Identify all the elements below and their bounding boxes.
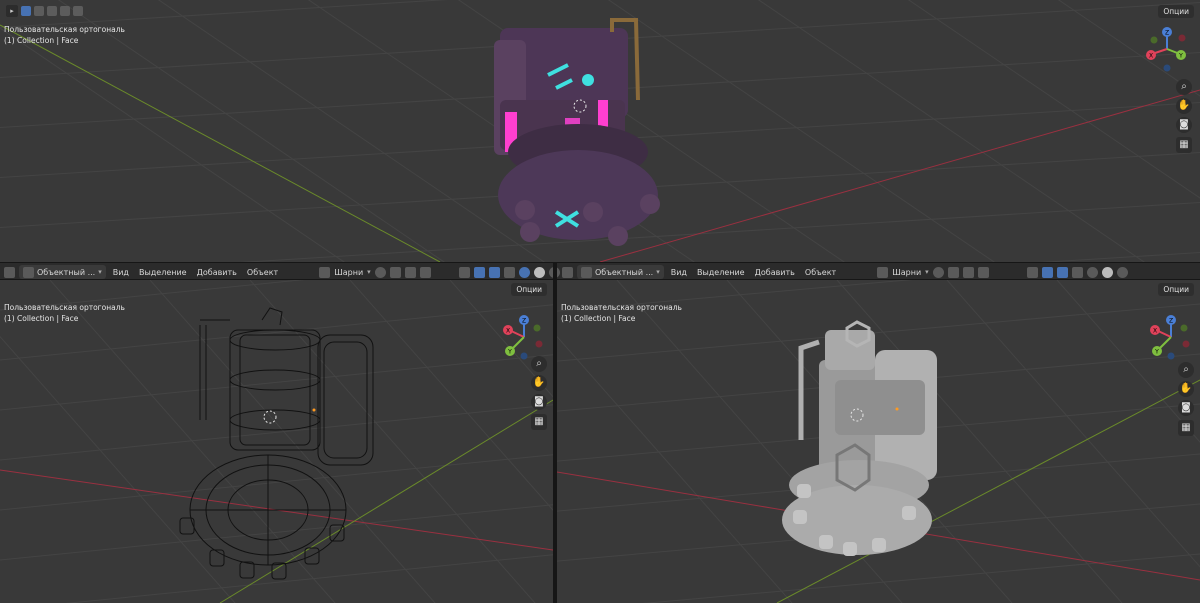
options-dropdown[interactable]: Опции bbox=[1158, 283, 1194, 296]
shading-solid-icon[interactable] bbox=[1101, 266, 1113, 278]
transform-orientation-icon[interactable] bbox=[877, 266, 889, 278]
falloff-icon[interactable] bbox=[419, 266, 431, 278]
transform-orientation-icon[interactable] bbox=[319, 266, 331, 278]
chevron-down-icon: ▾ bbox=[656, 268, 660, 276]
chevron-down-icon: ▾ bbox=[98, 268, 102, 276]
menu-select[interactable]: Выделение bbox=[694, 268, 748, 277]
editor-type-icon[interactable] bbox=[562, 266, 573, 278]
viewport-grid bbox=[0, 280, 553, 603]
hand-pan-icon[interactable]: ✋ bbox=[531, 375, 547, 391]
select-extend-icon[interactable] bbox=[34, 6, 44, 16]
zoom-icon[interactable]: ⌕ bbox=[1176, 79, 1192, 95]
proportional-edit-icon[interactable] bbox=[389, 266, 401, 278]
camera-icon[interactable]: ◙ bbox=[1178, 400, 1194, 416]
overlay-toggle-icon[interactable] bbox=[1056, 266, 1068, 278]
bottom-left-viewport[interactable]: Пользовательская ортогональ (1) Collecti… bbox=[0, 280, 553, 603]
shading-wireframe-icon[interactable] bbox=[1086, 266, 1098, 278]
object-mode-icon bbox=[581, 266, 592, 278]
select-subtract-icon[interactable] bbox=[47, 6, 57, 16]
br-header: Объектный ... ▾ Вид Выделение Добавить О… bbox=[562, 263, 1128, 281]
bottom-viewports-header: Объектный ... ▾ Вид Выделение Добавить О… bbox=[0, 262, 1200, 280]
top-viewport[interactable]: ▸ Пользовательская ортогональ (1) Collec… bbox=[0, 0, 1200, 262]
view-label: Пользовательская ортогональ bbox=[4, 303, 125, 312]
zoom-icon[interactable]: ⌕ bbox=[1178, 362, 1194, 378]
grid-ortho-icon[interactable]: ▦ bbox=[1176, 137, 1192, 153]
svg-text:Y: Y bbox=[1154, 349, 1159, 356]
navigation-gizmo[interactable]: Z X Y bbox=[1148, 314, 1194, 360]
grid-ortho-icon[interactable]: ▦ bbox=[531, 414, 547, 430]
menu-object[interactable]: Объект bbox=[802, 268, 839, 277]
svg-text:X: X bbox=[1153, 328, 1157, 335]
shading-material-icon[interactable] bbox=[1116, 266, 1128, 278]
viewport-info: Пользовательская ортогональ (1) Collecti… bbox=[4, 24, 125, 46]
chevron-down-icon: ▾ bbox=[925, 268, 929, 276]
viewport-info: Пользовательская ортогональ (1) Collecti… bbox=[561, 302, 682, 324]
select-box-icon[interactable] bbox=[21, 6, 31, 16]
object-mode-dropdown[interactable]: Объектный ... ▾ bbox=[19, 265, 106, 279]
view-label: Пользовательская ортогональ bbox=[4, 25, 125, 34]
visibility-icon[interactable] bbox=[1026, 266, 1038, 278]
pivot-dropdown[interactable]: Шарни bbox=[334, 268, 363, 277]
viewport-grid bbox=[0, 0, 1200, 262]
snap-icon[interactable] bbox=[374, 266, 386, 278]
svg-text:Y: Y bbox=[1178, 53, 1183, 60]
select-invert-icon[interactable] bbox=[60, 6, 70, 16]
wireframe-robot-model[interactable] bbox=[179, 307, 374, 580]
bottom-right-viewport[interactable]: Пользовательская ортогональ (1) Collecti… bbox=[557, 280, 1200, 603]
menu-view[interactable]: Вид bbox=[110, 268, 132, 277]
3d-cursor-icon bbox=[263, 410, 277, 424]
svg-text:Z: Z bbox=[522, 318, 526, 325]
object-mode-icon bbox=[23, 266, 34, 278]
object-mode-dropdown[interactable]: Объектный ... ▾ bbox=[577, 265, 664, 279]
menu-select[interactable]: Выделение bbox=[136, 268, 190, 277]
pivot-dropdown[interactable]: Шарни bbox=[892, 268, 921, 277]
shading-solid-icon[interactable] bbox=[533, 266, 545, 278]
snap-icon[interactable] bbox=[932, 266, 944, 278]
overlay-toggle-icon[interactable] bbox=[488, 266, 500, 278]
menu-object[interactable]: Объект bbox=[244, 268, 281, 277]
shading-wireframe-icon[interactable] bbox=[518, 266, 530, 278]
chevron-down-icon: ▾ bbox=[367, 268, 371, 276]
collection-label: (1) Collection | Face bbox=[4, 314, 79, 323]
collection-label: (1) Collection | Face bbox=[561, 314, 636, 323]
gizmo-toggle-icon[interactable] bbox=[1041, 266, 1053, 278]
purple-robot-model[interactable] bbox=[494, 18, 660, 246]
grid-ortho-icon[interactable]: ▦ bbox=[1178, 420, 1194, 436]
svg-text:X: X bbox=[506, 328, 510, 335]
options-dropdown[interactable]: Опции bbox=[1158, 5, 1194, 18]
falloff-icon[interactable] bbox=[977, 266, 989, 278]
navigation-gizmo[interactable]: Z X Y bbox=[1144, 26, 1190, 72]
navigation-gizmo[interactable]: Z X Y bbox=[501, 314, 547, 360]
hand-pan-icon[interactable]: ✋ bbox=[1176, 98, 1192, 114]
snap-target-icon[interactable] bbox=[404, 266, 416, 278]
svg-text:Z: Z bbox=[1165, 30, 1169, 37]
view-label: Пользовательская ортогональ bbox=[561, 303, 682, 312]
xray-icon[interactable] bbox=[503, 266, 515, 278]
viewport-info: Пользовательская ортогональ (1) Collecti… bbox=[4, 302, 125, 324]
menu-add[interactable]: Добавить bbox=[752, 268, 798, 277]
gizmo-toggle-icon[interactable] bbox=[473, 266, 485, 278]
collection-label: (1) Collection | Face bbox=[4, 36, 79, 45]
toolbar-toggle-icon[interactable]: ▸ bbox=[6, 5, 18, 17]
svg-text:Y: Y bbox=[507, 349, 512, 356]
xray-icon[interactable] bbox=[1071, 266, 1083, 278]
options-dropdown[interactable]: Опции bbox=[511, 283, 547, 296]
menu-add[interactable]: Добавить bbox=[194, 268, 240, 277]
svg-text:Z: Z bbox=[1169, 318, 1173, 325]
snap-target-icon[interactable] bbox=[962, 266, 974, 278]
camera-icon[interactable]: ◙ bbox=[1176, 117, 1192, 133]
menu-view[interactable]: Вид bbox=[668, 268, 690, 277]
proportional-edit-icon[interactable] bbox=[947, 266, 959, 278]
hand-pan-icon[interactable]: ✋ bbox=[1178, 381, 1194, 397]
svg-text:X: X bbox=[1149, 53, 1153, 60]
visibility-icon[interactable] bbox=[458, 266, 470, 278]
select-intersect-icon[interactable] bbox=[73, 6, 83, 16]
editor-type-icon[interactable] bbox=[4, 266, 15, 278]
select-mode-toolbar: ▸ bbox=[6, 5, 83, 17]
viewport-grid bbox=[557, 280, 1200, 603]
camera-icon[interactable]: ◙ bbox=[531, 394, 547, 410]
zoom-icon[interactable]: ⌕ bbox=[531, 356, 547, 372]
bl-header: Объектный ... ▾ Вид Выделение Добавить О… bbox=[4, 263, 560, 281]
